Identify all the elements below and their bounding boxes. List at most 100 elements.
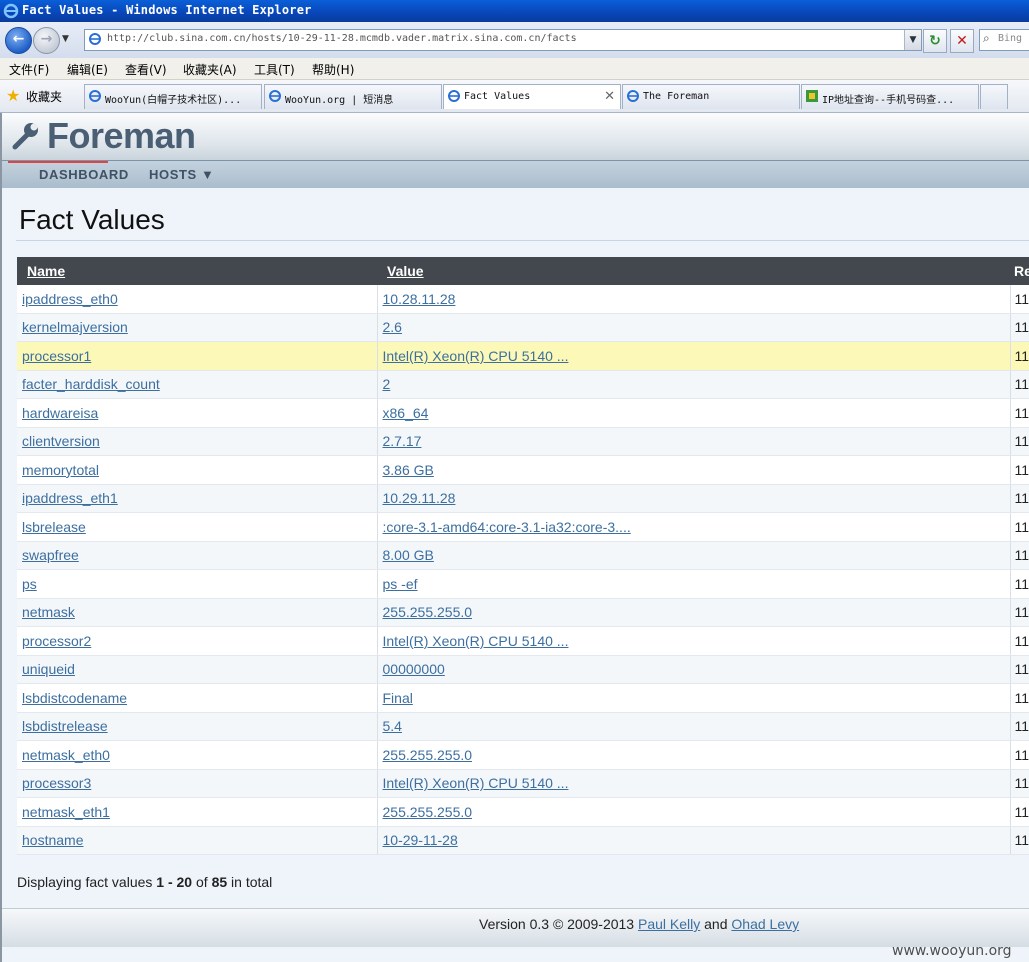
fact-value-link[interactable]: 2.7.17	[383, 433, 422, 449]
nav-hosts[interactable]: HOSTS ▼	[149, 167, 214, 182]
fact-name-link[interactable]: uniqueid	[22, 661, 75, 677]
fact-name-link[interactable]: lsbdistcodename	[22, 690, 127, 706]
fact-name-link[interactable]: clientversion	[22, 433, 100, 449]
fact-value-link[interactable]: Intel(R) Xeon(R) CPU 5140 ...	[383, 633, 569, 649]
tab-fact-values[interactable]: Fact Values ✕	[443, 84, 621, 109]
fact-value-link[interactable]: 2.6	[383, 319, 402, 335]
author-link-ohad-levy[interactable]: Ohad Levy	[731, 916, 799, 932]
fact-value-link[interactable]: 10-29-11-28	[383, 832, 458, 848]
fact-value-link[interactable]: 3.86 GB	[383, 462, 434, 478]
tab-wooyun-messages[interactable]: WooYun.org | 短消息	[264, 84, 442, 109]
puzzle-icon	[806, 90, 818, 102]
fact-name-cell: clientversion	[17, 427, 378, 456]
table-row: ipaddress_eth0 10.28.11.28 11	[17, 285, 1029, 314]
fact-name-link[interactable]: lsbdistrelease	[22, 718, 108, 734]
fact-value-link[interactable]: 8.00 GB	[383, 547, 434, 563]
fact-value-link[interactable]: 255.255.255.0	[383, 747, 473, 763]
refresh-button[interactable]: ↻	[923, 29, 947, 53]
tab-wooyun-community[interactable]: WooYun(白帽子技术社区)...	[84, 84, 262, 109]
fact-name-link[interactable]: memorytotal	[22, 462, 99, 478]
app-nav: DASHBOARD HOSTS ▼	[2, 160, 1029, 189]
fact-value-cell: 255.255.255.0	[377, 598, 1011, 627]
fact-name-cell: uniqueid	[17, 655, 378, 684]
fact-value-link[interactable]: x86_64	[383, 405, 429, 421]
fact-name-link[interactable]: processor2	[22, 633, 91, 649]
nav-dashboard[interactable]: DASHBOARD	[39, 167, 129, 182]
table-row: processor3 Intel(R) Xeon(R) CPU 5140 ... 1…	[17, 769, 1029, 798]
fact-name-link[interactable]: processor1	[22, 348, 91, 364]
column-header-name[interactable]: Name	[17, 257, 377, 285]
tab-bar: ★ 收藏夹 WooYun(白帽子技术社区)... WooYun.org | 短消…	[0, 80, 1029, 113]
ie-page-icon	[89, 90, 101, 102]
close-tab-icon[interactable]: ✕	[604, 89, 615, 104]
fact-name-link[interactable]: facter_harddisk_count	[22, 376, 160, 392]
menu-help[interactable]: 帮助(H)	[312, 61, 354, 78]
fact-value-cell: 10.29.11.28	[377, 484, 1011, 513]
tab-the-foreman[interactable]: The Foreman	[622, 84, 800, 109]
fact-name-link[interactable]: processor3	[22, 775, 91, 791]
search-input[interactable]: ⌕ Bing	[979, 29, 1029, 51]
fact-value-link[interactable]: :core-3.1-amd64:core-3.1-ia32:core-3....	[383, 519, 631, 535]
fact-reported-cell: 11	[1010, 655, 1029, 684]
fact-value-link[interactable]: 10.29.11.28	[383, 490, 456, 506]
fact-reported-cell: 11	[1010, 598, 1029, 627]
pagination-suffix: in total	[227, 874, 273, 890]
column-header-value[interactable]: Value	[377, 257, 1010, 285]
favorites-button[interactable]: 收藏夹	[26, 88, 62, 105]
fact-name-link[interactable]: ipaddress_eth1	[22, 490, 118, 506]
sort-by-name-link[interactable]: Name	[27, 263, 65, 279]
tab-ip-lookup[interactable]: IP地址查询--手机号码查...	[801, 84, 979, 109]
fact-name-link[interactable]: hardwareisa	[22, 405, 98, 421]
history-dropdown-icon[interactable]: ▼	[62, 34, 69, 44]
menu-view[interactable]: 查看(V)	[125, 61, 167, 78]
fact-name-link[interactable]: hostname	[22, 832, 83, 848]
address-url[interactable]: http://club.sina.com.cn/hosts/10-29-11-2…	[107, 33, 577, 44]
fact-value-link[interactable]: 255.255.255.0	[383, 804, 473, 820]
fact-value-link[interactable]: ps -ef	[383, 576, 418, 592]
fact-value-cell: ps -ef	[377, 569, 1011, 599]
fact-name-link[interactable]: netmask	[22, 604, 75, 620]
sort-by-value-link[interactable]: Value	[387, 263, 424, 279]
back-button[interactable]: ←	[5, 27, 32, 54]
address-dropdown-icon[interactable]: ▼	[904, 30, 921, 50]
fact-name-cell: netmask_eth1	[17, 797, 378, 827]
table-row: kernelmajversion 2.6 11	[17, 313, 1029, 342]
fact-name-link[interactable]: kernelmajversion	[22, 319, 128, 335]
favorites-star-icon[interactable]: ★	[6, 86, 20, 105]
fact-value-link[interactable]: Final	[383, 690, 413, 706]
menu-tools[interactable]: 工具(T)	[254, 61, 295, 78]
fact-value-link[interactable]: 5.4	[383, 718, 402, 734]
forward-button[interactable]: →	[33, 27, 60, 54]
fact-value-link[interactable]: 2	[383, 376, 391, 392]
wrench-icon	[12, 123, 38, 150]
fact-name-cell: processor2	[17, 626, 378, 656]
fact-value-link[interactable]: 10.28.11.28	[383, 291, 456, 307]
app-brand[interactable]: Foreman	[47, 115, 196, 157]
fact-name-link[interactable]: lsbrelease	[22, 519, 86, 535]
author-link-paul-kelly[interactable]: Paul Kelly	[638, 916, 700, 932]
fact-value-link[interactable]: Intel(R) Xeon(R) CPU 5140 ...	[383, 775, 569, 791]
menu-edit[interactable]: 编辑(E)	[67, 61, 108, 78]
fact-name-cell: lsbrelease	[17, 512, 378, 542]
pagination-of: of	[192, 874, 212, 890]
new-tab-button[interactable]	[980, 84, 1008, 109]
fact-reported-cell: 11	[1010, 826, 1029, 855]
table-row: netmask_eth0 255.255.255.0 11	[17, 740, 1029, 770]
fact-value-link[interactable]: 255.255.255.0	[383, 604, 473, 620]
fact-value-link[interactable]: 00000000	[383, 661, 445, 677]
menu-file[interactable]: 文件(F)	[9, 61, 49, 78]
menu-favorites[interactable]: 收藏夹(A)	[183, 61, 237, 78]
stop-button[interactable]: ✕	[950, 29, 974, 53]
fact-name-link[interactable]: swapfree	[22, 547, 79, 563]
address-bar[interactable]: http://club.sina.com.cn/hosts/10-29-11-2…	[84, 29, 922, 51]
fact-name-link[interactable]: ps	[22, 576, 37, 592]
fact-value-cell: 5.4	[377, 712, 1011, 741]
fact-name-cell: netmask	[17, 598, 378, 627]
fact-value-cell: 255.255.255.0	[377, 740, 1011, 770]
fact-value-link[interactable]: Intel(R) Xeon(R) CPU 5140 ...	[383, 348, 569, 364]
table-row: lsbdistrelease 5.4 11	[17, 712, 1029, 741]
fact-name-link[interactable]: ipaddress_eth0	[22, 291, 118, 307]
fact-name-link[interactable]: netmask_eth1	[22, 804, 110, 820]
fact-name-link[interactable]: netmask_eth0	[22, 747, 110, 763]
fact-value-cell: 10-29-11-28	[377, 826, 1011, 855]
